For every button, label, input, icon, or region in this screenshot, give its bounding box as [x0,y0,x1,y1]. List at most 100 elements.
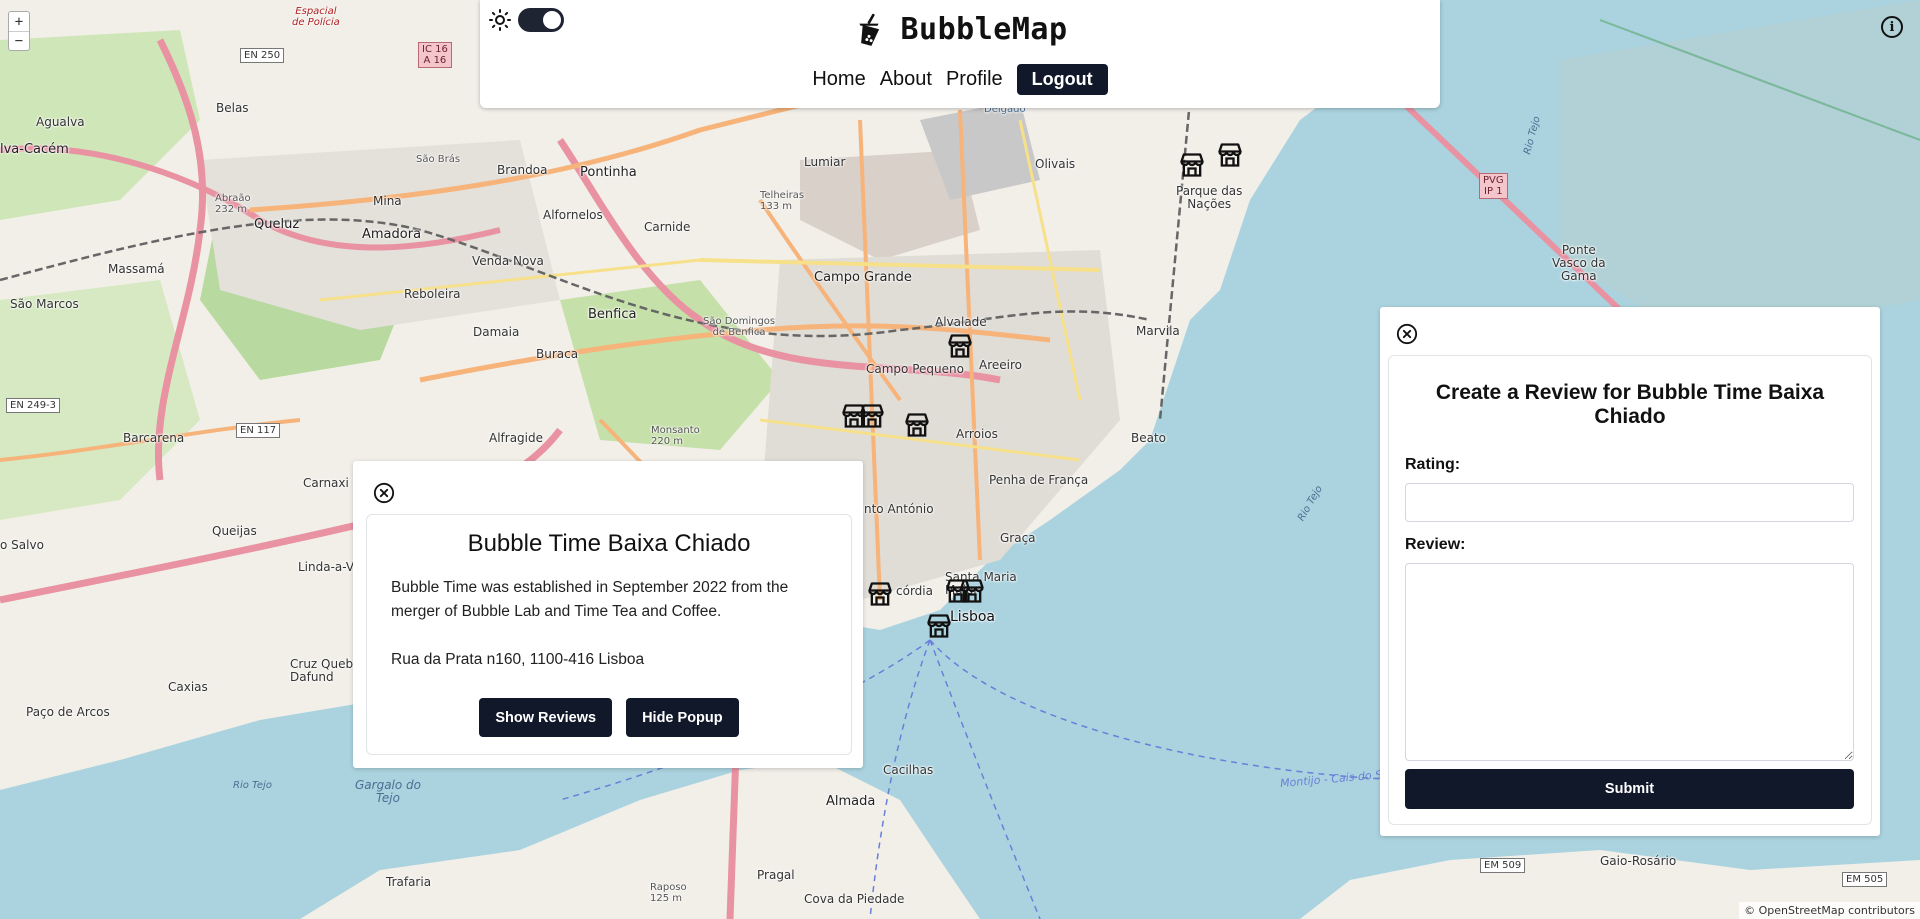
brand: BubbleMap [480,12,1440,47]
map-label-campo-pequeno: Campo Pequeno [866,362,964,376]
show-reviews-button[interactable]: Show Reviews [479,698,613,737]
hide-popup-button[interactable]: Hide Popup [626,698,739,737]
map-label-ponte-vasco: Ponte Vasco da Gama [1552,243,1606,284]
map-label-paco-arcos: Paço de Arcos [26,705,110,719]
road-shield-em505: EM 505 [1842,872,1888,887]
map-label-salvo: o Salvo [0,538,44,552]
road-shield-pvg: PVG IP 1 [1479,173,1508,199]
rating-label: Rating: [1405,456,1461,473]
map-label-alfornelos: Alfornelos [543,208,603,222]
shop-marker[interactable] [858,402,886,430]
store-icon [905,413,929,437]
store-icon [1180,153,1204,177]
map-label-pontinha: Pontinha [580,165,637,180]
map-label-reboleira: Reboleira [404,287,461,301]
store-icon [1218,143,1242,167]
map-label-abraao: Abraão 232 m [215,193,251,215]
road-shield-en250: EN 250 [240,48,285,63]
shop-marker[interactable] [866,580,894,608]
map-label-sao-marcos: São Marcos [10,297,79,311]
map-label-cacilhas: Cacilhas [883,763,934,777]
store-icon [948,334,972,358]
map-label-caxias: Caxias [168,680,208,694]
map-label-linda-velha: Linda-a-V [298,560,355,574]
shop-description: Bubble Time was established in September… [391,579,789,620]
map-label-rio-tejo-3: Rio Tejo [233,780,272,791]
map-label-carnaxide: Carnaxi [303,476,349,490]
map-label-arroios: Arroios [956,427,998,441]
road-shield-em509: EM 509 [1480,858,1526,873]
map-label-marvila: Marvila [1136,324,1180,338]
store-icon [960,579,984,603]
review-textarea[interactable] [1405,563,1854,761]
shop-card: Bubble Time Baixa Chiado Bubble Time was… [366,514,852,755]
app-header: BubbleMap Home About Profile Logout [480,0,1440,108]
main-nav: Home About Profile Logout [480,64,1440,95]
map-label-penha: Penha de França [989,473,1089,487]
map-attribution[interactable]: © OpenStreetMap contributors [1739,902,1920,919]
zoom-out-button[interactable]: − [9,31,29,50]
map-label-almada: Almada [826,794,876,809]
map-label-belas: Belas [216,101,249,115]
shop-marker[interactable] [1216,141,1244,169]
map-label-cova-piedade: Cova da Piedade [804,892,905,906]
map-label-agualva: Agualva [36,115,85,129]
map-label-venda-nova: Venda Nova [472,254,544,268]
road-shield-en117: EN 117 [236,423,281,438]
map-label-alva-cacem: lva-Cacém [0,142,69,157]
bubble-tea-icon [859,13,880,46]
map-label-brandoa: Brandoa [497,163,548,177]
shop-address: Rua da Prata n160, 1100-416 Lisboa [391,651,645,668]
review-panel: Create a Review for Bubble Time Baixa Ch… [1380,307,1880,836]
app-title: BubbleMap [900,12,1068,47]
map-label-damaia: Damaia [473,325,520,339]
info-button[interactable]: i [1881,16,1903,38]
close-review-icon[interactable] [1396,323,1418,345]
map-label-parque-nacoes: Parque das Nações [1176,184,1243,212]
zoom-in-button[interactable]: + [9,12,29,31]
map-label-alvalade: Alvalade [935,315,987,329]
nav-home[interactable]: Home [812,68,865,91]
zoom-control: + − [8,11,30,51]
map-label-queluz: Queluz [254,217,300,232]
nav-profile[interactable]: Profile [946,68,1003,91]
store-icon [860,404,884,428]
map-label-cruz-quebrada: Cruz Queb Dafund [290,657,354,685]
submit-button[interactable]: Submit [1405,769,1854,809]
map-label-queijas: Queijas [212,524,257,538]
map-label-areeiro: Areeiro [979,358,1022,372]
map-label-alfragide: Alfragide [489,431,544,445]
shop-marker[interactable] [925,612,953,640]
shop-marker[interactable] [903,411,931,439]
map-label-monsanto: Monsanto 220 m [651,425,700,447]
popup-actions: Show Reviews Hide Popup [391,698,827,737]
review-form-title: Create a Review for Bubble Time Baixa Ch… [1435,381,1825,428]
map-label-concordia: córdia [896,584,933,598]
logout-button[interactable]: Logout [1016,64,1108,95]
map-label-raposo: Raposo 125 m [650,882,687,904]
close-popup-icon[interactable] [373,482,395,504]
map-label-graca: Graça [1000,531,1036,545]
map-label-carnide: Carnide [644,220,691,234]
shop-marker[interactable] [1178,151,1206,179]
store-icon [927,614,951,638]
map-label-mina: Mina [373,194,402,208]
map-label-sao-bras: São Brás [416,154,461,165]
map-label-santo-antonio: nto António [864,502,934,516]
map-label-lisboa: Lisboa [950,609,996,625]
rating-input[interactable] [1405,483,1854,522]
road-shield-en249: EN 249-3 [6,398,61,413]
map-label-pragal: Pragal [757,868,795,882]
map-label-campo-grande: Campo Grande [814,270,912,285]
info-icon: i [1889,19,1895,35]
map-label-telheiras: Telheiras 133 m [760,190,805,212]
shop-marker[interactable] [958,577,986,605]
map-label-massama: Massamá [108,262,165,276]
nav-about[interactable]: About [880,68,932,91]
road-shield-ic16: IC 16 A 16 [418,42,452,68]
map-label-gargalo: Gargalo do Tejo [355,778,422,806]
map-label-trafaria: Trafaria [386,875,432,889]
shop-marker[interactable] [946,332,974,360]
map-label-olivais: Olivais [1035,157,1076,171]
map-label-sao-domingos: São Domingos de Benfica [703,316,776,338]
